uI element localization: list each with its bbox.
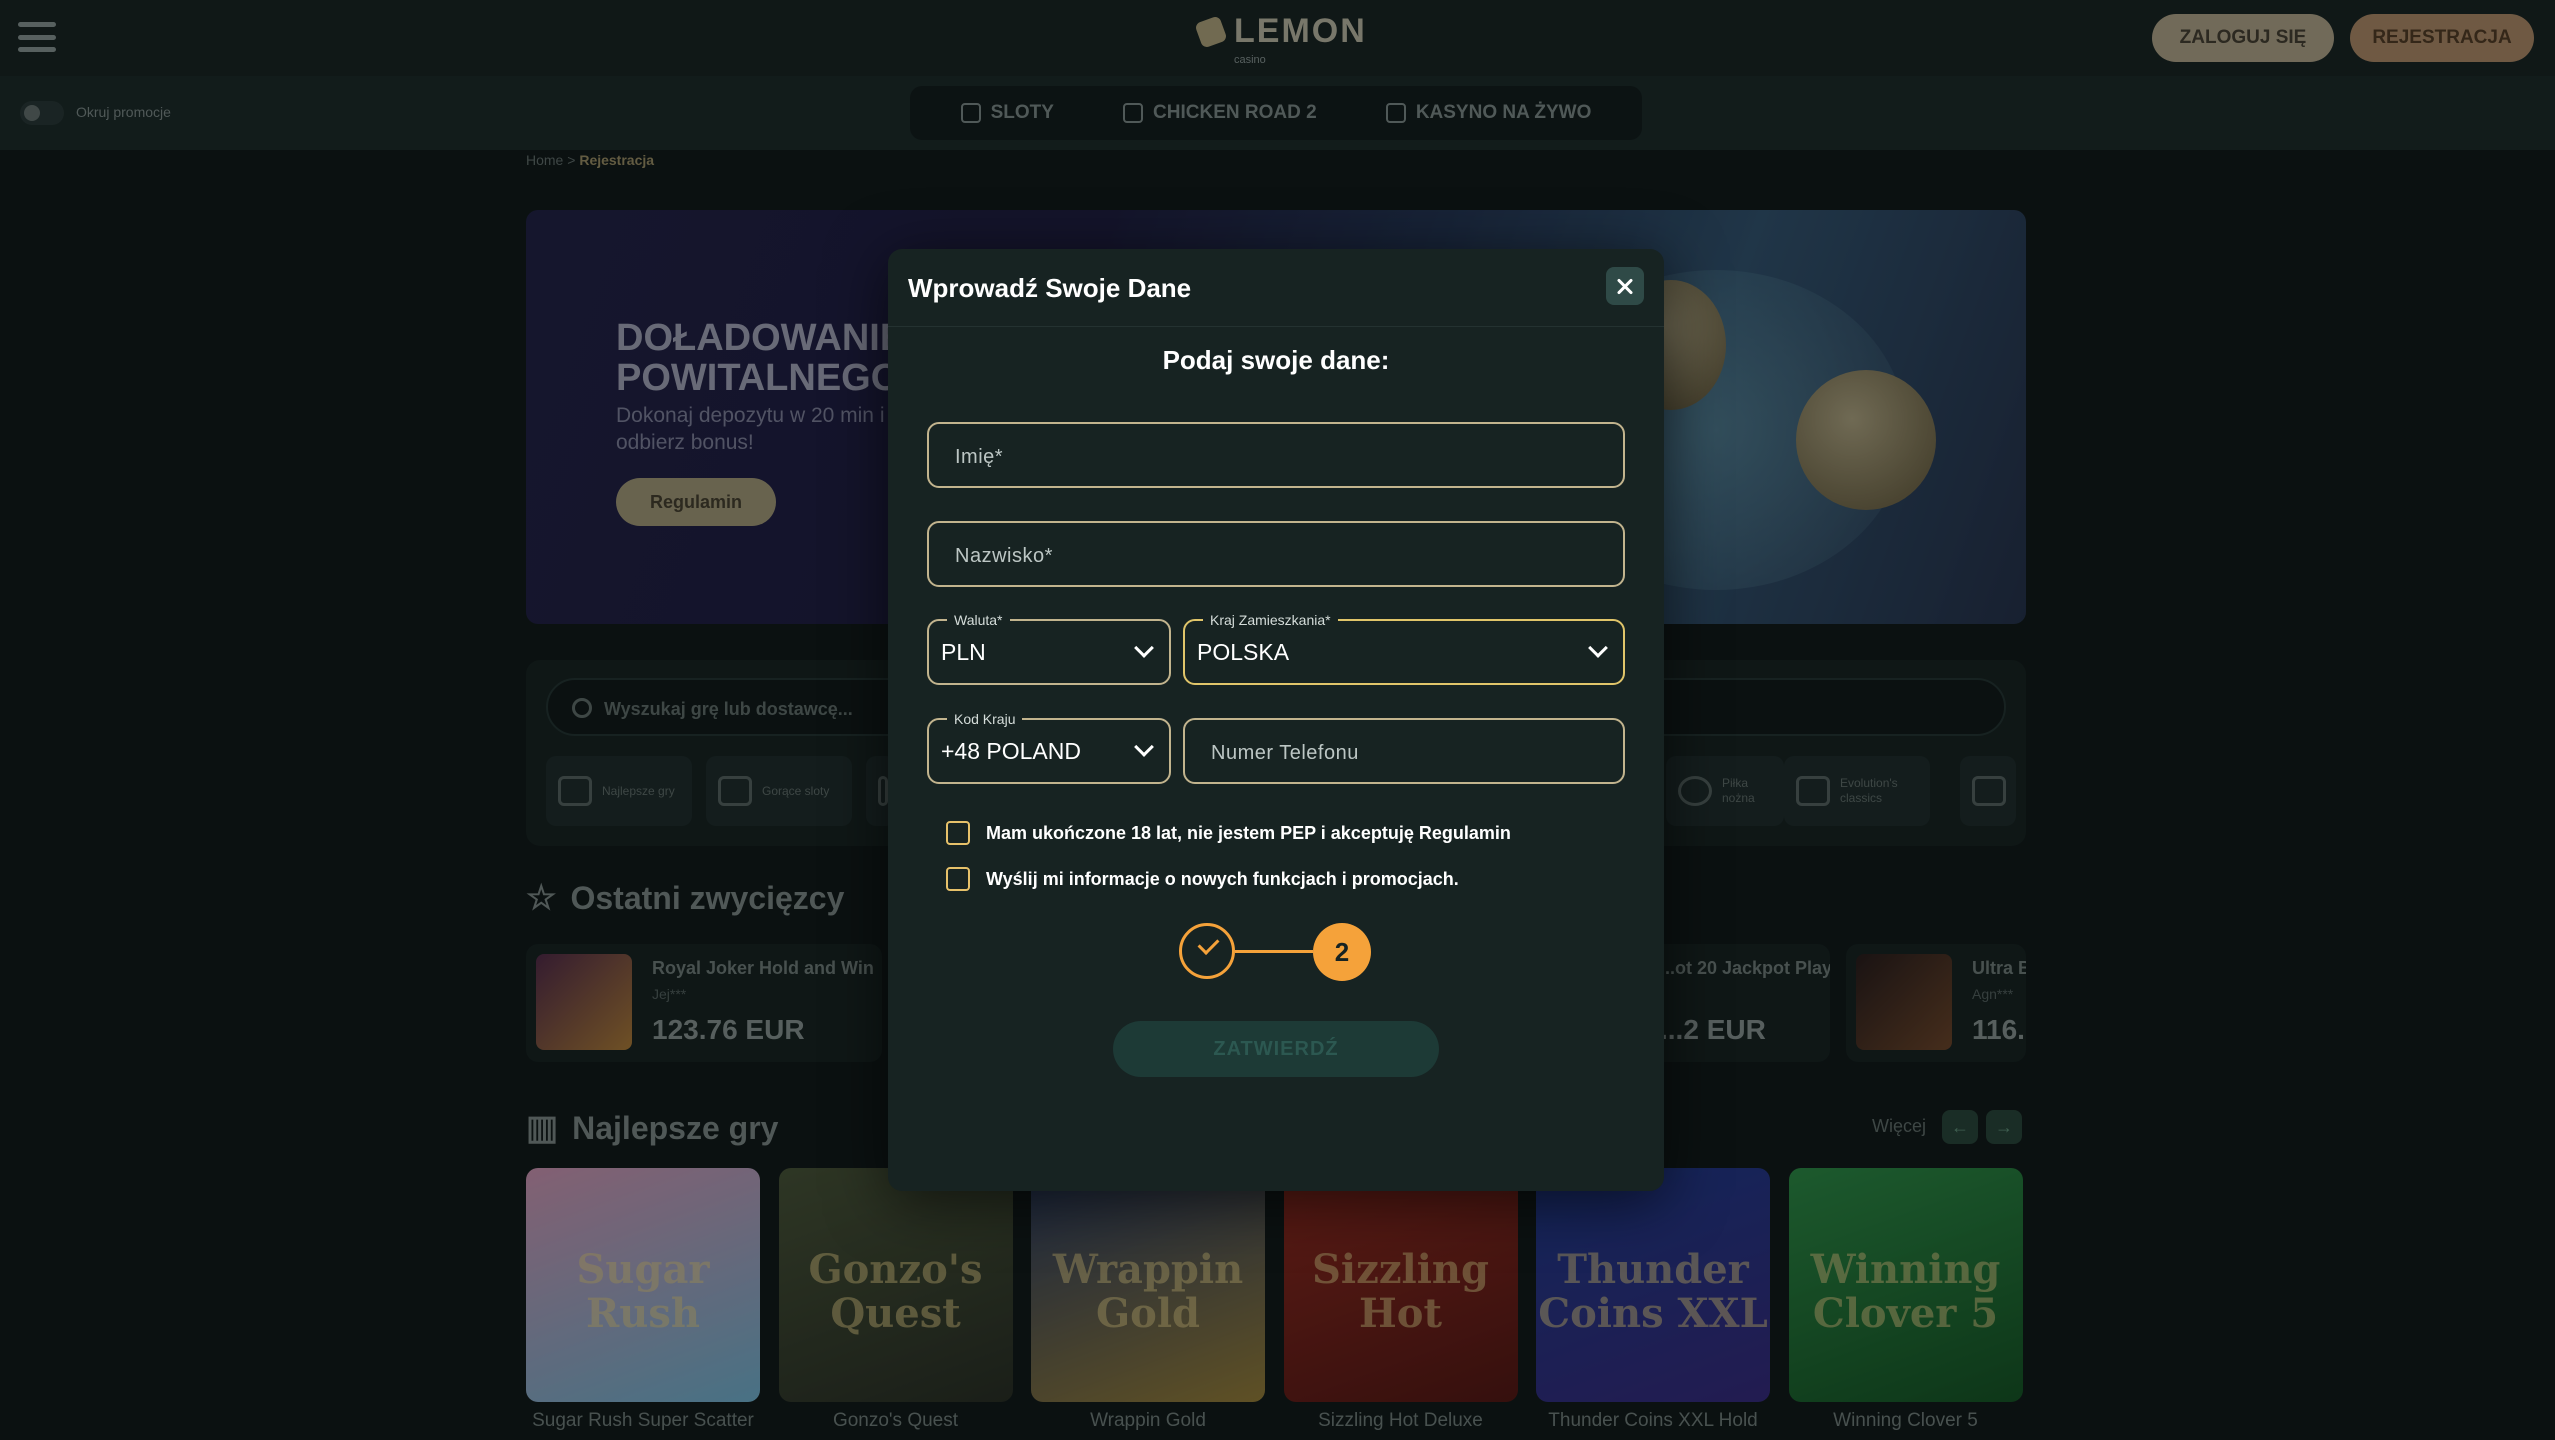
last-name-placeholder: Nazwisko*: [955, 545, 1053, 567]
currency-select[interactable]: Waluta* PLN: [927, 612, 1171, 685]
registration-modal: Wprowadź Swoje Dane Podaj swoje dane: Im…: [888, 249, 1664, 1191]
chevron-down-icon: [1134, 638, 1154, 658]
country-select[interactable]: Kraj Zamieszkania* POLSKA: [1183, 612, 1625, 685]
country-code-select[interactable]: Kod Kraju +48 POLAND: [927, 711, 1171, 784]
first-name-placeholder: Imię*: [955, 446, 1004, 468]
marketing-label: Wyślij mi informacje o nowych funkcjach …: [986, 868, 1459, 889]
modal-subtitle: Podaj swoje dane:: [1162, 345, 1390, 375]
step-completed-check-icon: [1179, 923, 1235, 979]
country-label: Kraj Zamieszkania*: [1203, 612, 1338, 628]
modal-header: Wprowadź Swoje Dane: [888, 249, 1664, 327]
close-icon[interactable]: [1606, 267, 1644, 305]
chevron-down-icon: [1134, 737, 1154, 757]
phone-placeholder: Numer Telefonu: [1211, 742, 1359, 764]
currency-label: Waluta*: [947, 612, 1010, 628]
country-code-value: +48 POLAND: [941, 738, 1081, 764]
modal-title: Wprowadź Swoje Dane: [908, 273, 1192, 303]
first-name-field[interactable]: Imię*: [927, 422, 1625, 488]
terms-consent: Mam ukończone 18 lat, nie jestem PEP i a…: [946, 821, 1511, 845]
terms-label: Mam ukończone 18 lat, nie jestem PEP i a…: [986, 822, 1511, 843]
step-connector: [1235, 950, 1313, 953]
country-value: POLSKA: [1197, 639, 1290, 665]
country-code-label: Kod Kraju: [947, 711, 1023, 727]
step-current: 2: [1313, 923, 1371, 981]
phone-field[interactable]: Numer Telefonu: [1183, 718, 1625, 784]
currency-value: PLN: [941, 639, 986, 665]
last-name-field[interactable]: Nazwisko*: [927, 521, 1625, 587]
submit-button[interactable]: ZATWIERDŹ: [1113, 1021, 1439, 1077]
marketing-checkbox[interactable]: [946, 867, 970, 891]
marketing-consent: Wyślij mi informacje o nowych funkcjach …: [946, 867, 1459, 891]
terms-checkbox[interactable]: [946, 821, 970, 845]
chevron-down-icon: [1588, 638, 1608, 658]
